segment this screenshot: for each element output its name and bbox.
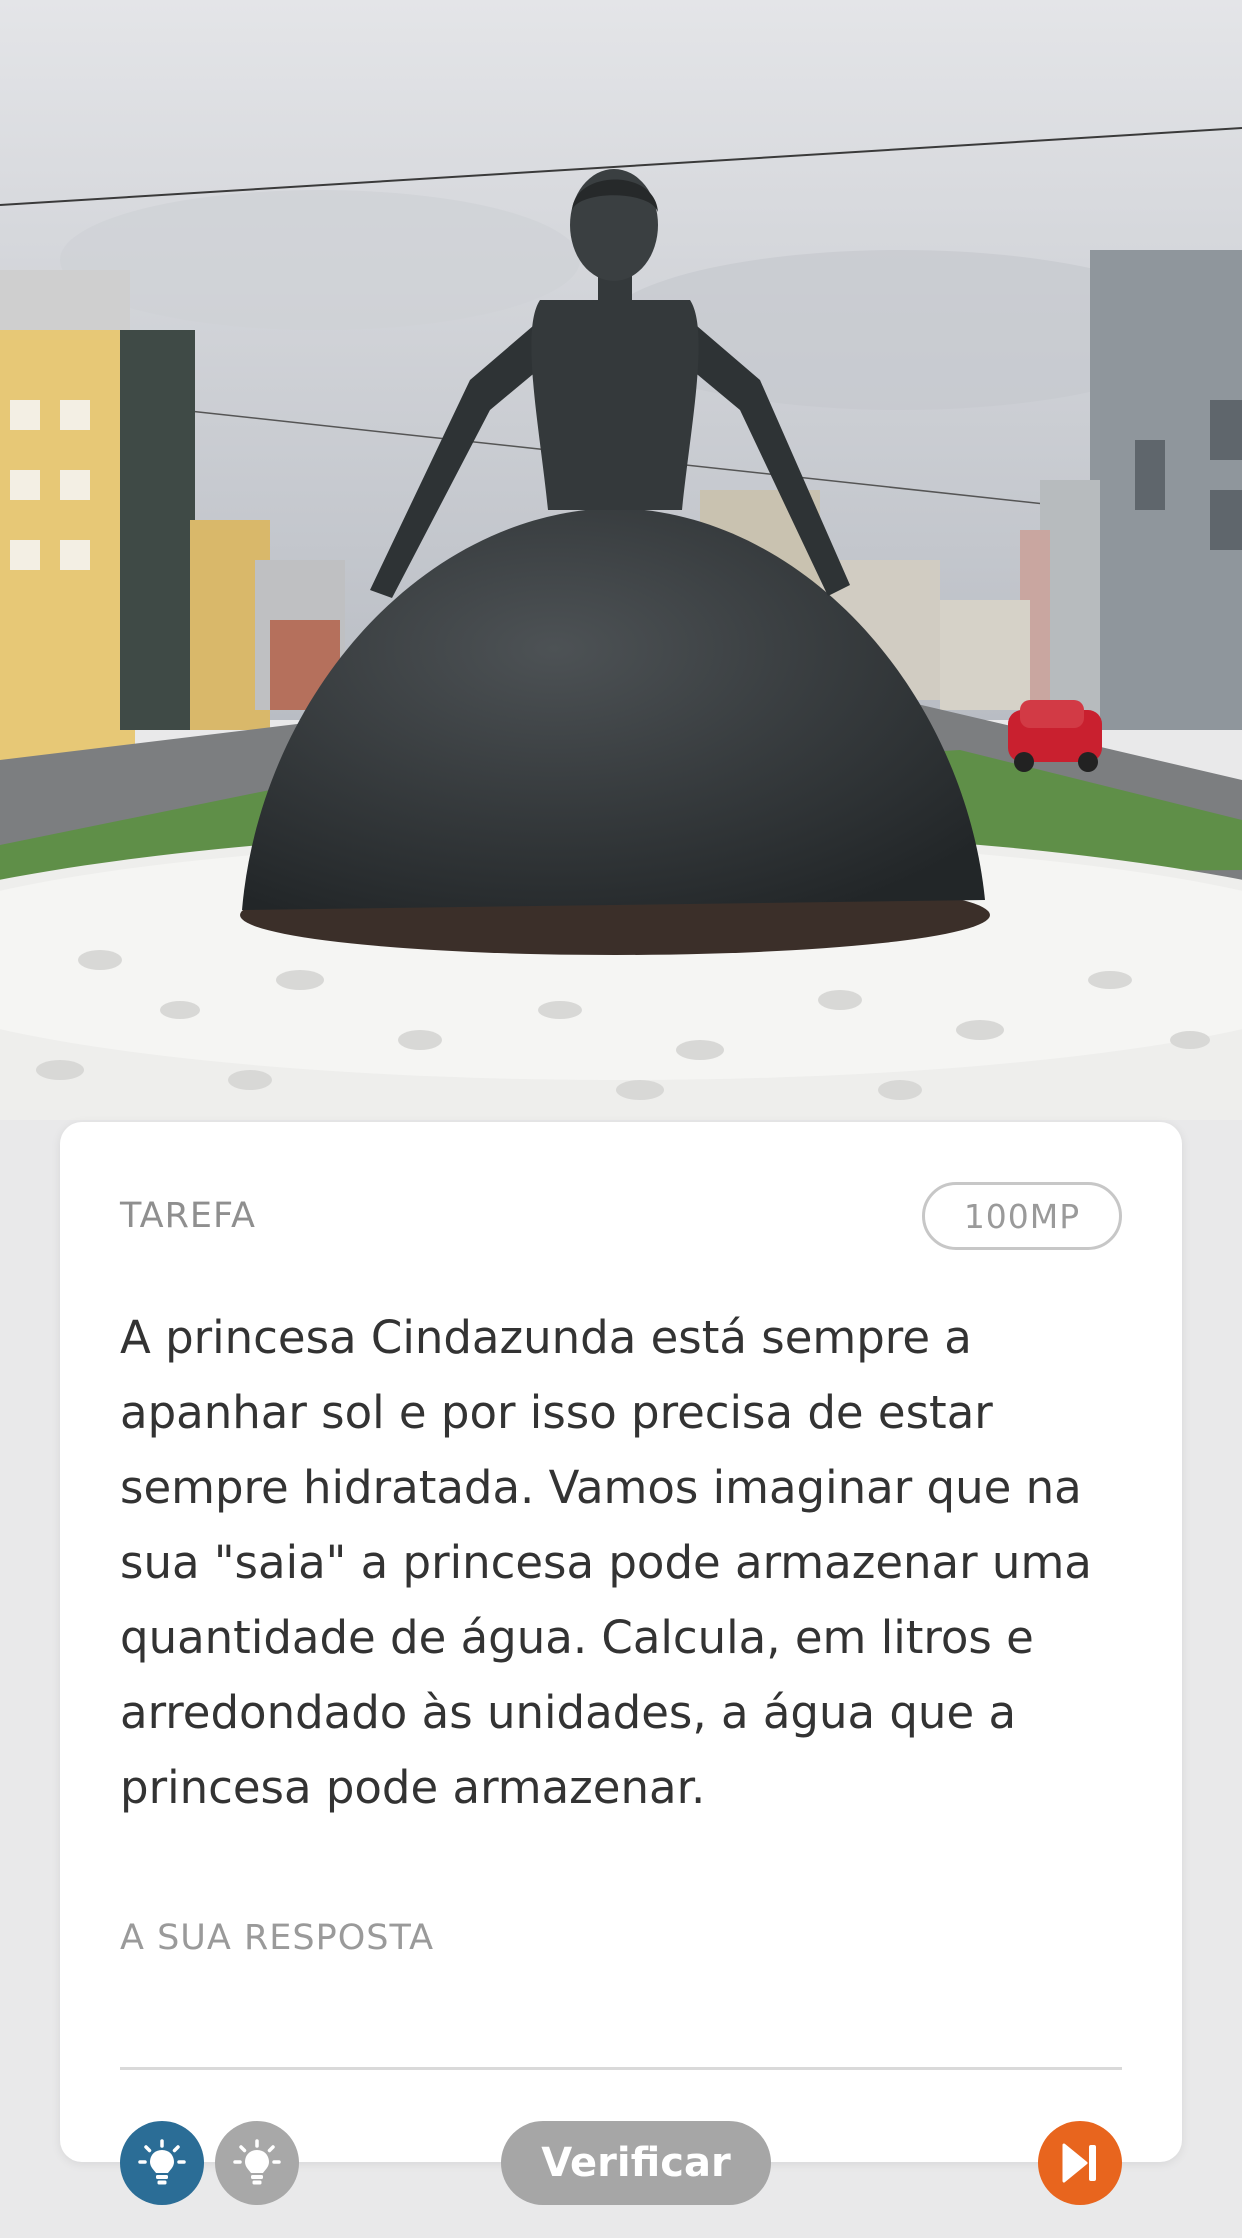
- statue-photo-illustration: [0, 0, 1242, 1180]
- verify-button[interactable]: Verificar: [501, 2121, 771, 2205]
- lightbulb-icon: [138, 2139, 186, 2185]
- answer-label: A SUA RESPOSTA: [120, 1918, 435, 1958]
- points-badge: 100MP: [922, 1182, 1122, 1250]
- lightbulb-icon: [233, 2139, 281, 2185]
- hint-button-2[interactable]: [215, 2121, 299, 2205]
- task-label: TAREFA: [120, 1196, 256, 1236]
- answer-input[interactable]: [120, 1982, 1122, 2070]
- statue-photo: [0, 0, 1242, 1180]
- task-description: A princesa Cindazunda está sempre a apan…: [120, 1311, 1092, 1814]
- skip-button[interactable]: [1038, 2121, 1122, 2205]
- task-card: TAREFA 100MP A princesa Cindazunda está …: [60, 1122, 1182, 2162]
- hint-button-1[interactable]: [120, 2121, 204, 2205]
- skip-forward-icon: [1062, 2143, 1096, 2183]
